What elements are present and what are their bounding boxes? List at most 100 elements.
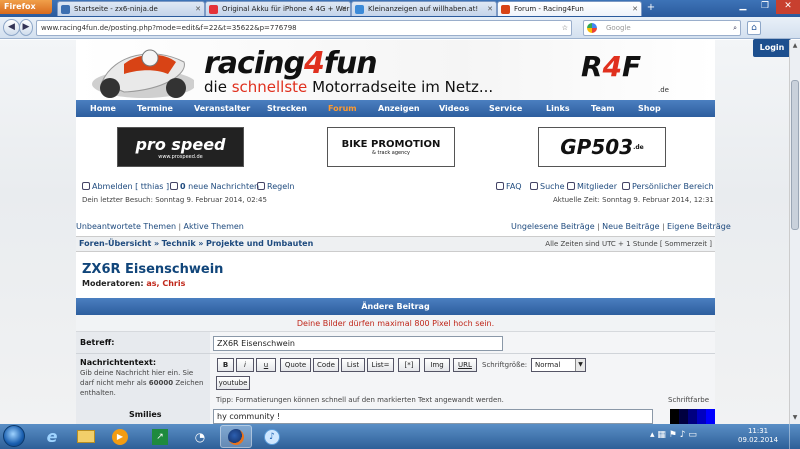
itunes-icon[interactable]: ♪: [256, 425, 288, 448]
color-swatch[interactable]: [697, 409, 706, 424]
subject-label: Betreff:: [80, 338, 115, 347]
tab-akku[interactable]: Original Akku für iPhone 4 4G + Werk... …: [205, 1, 351, 16]
minimize-window-button[interactable]: ▁: [732, 0, 754, 14]
code-button[interactable]: Code: [313, 358, 339, 372]
members-link[interactable]: Mitglieder: [567, 182, 617, 191]
home-icon[interactable]: ⌂: [747, 21, 761, 35]
forward-icon[interactable]: ▶: [19, 19, 33, 36]
new-tab-button[interactable]: +: [645, 2, 657, 15]
breadcrumb-forum-index[interactable]: Foren-Übersicht: [79, 239, 151, 248]
ordered-list-button[interactable]: List=: [367, 358, 394, 372]
topic-title[interactable]: ZX6R Eisenschwein: [82, 262, 223, 277]
subject-input[interactable]: ZX6R Eisenschwein: [213, 336, 503, 351]
close-tab-icon[interactable]: ✕: [341, 2, 347, 16]
nav-veranstalter[interactable]: Veranstalter: [194, 100, 250, 117]
search-icon[interactable]: ⌕: [733, 21, 737, 35]
search-bar[interactable]: Google ⌕: [583, 20, 741, 36]
sponsor-prospeed[interactable]: pro speed www.prospeed.de: [117, 127, 244, 167]
address-bar[interactable]: www.racing4fun.de/posting.php?mode=edit&…: [36, 20, 572, 36]
page-scrollbar[interactable]: ▲ ▼: [789, 40, 800, 424]
back-icon[interactable]: ◀: [3, 19, 20, 36]
unread-posts-link[interactable]: Ungelesene Beiträge: [511, 222, 595, 231]
r4f-f: F: [622, 50, 642, 83]
tab-racing4fun[interactable]: Forum - Racing4Fun ✕: [497, 1, 642, 16]
system-tray-icons[interactable]: ▴ ▦ ⚑ ♪ ▭: [650, 430, 697, 440]
new-posts-link[interactable]: Neue Beiträge: [602, 222, 659, 231]
youtube-button[interactable]: youtube: [216, 376, 250, 390]
tab-startseite[interactable]: Startseite - zx6-ninja.de ✕: [57, 1, 205, 16]
faq-link[interactable]: FAQ: [496, 182, 522, 191]
close-tab-icon[interactable]: ✕: [487, 2, 493, 16]
site-logo[interactable]: racing4fun: [204, 46, 378, 81]
wifi-app-icon[interactable]: ◔: [184, 425, 216, 448]
start-button[interactable]: [3, 425, 25, 447]
nav-home[interactable]: Home: [90, 100, 116, 117]
message-textarea[interactable]: hy community !: [213, 409, 653, 424]
nav-forum[interactable]: Forum: [328, 100, 357, 117]
italic-button[interactable]: i: [236, 358, 254, 372]
battery-icon[interactable]: ▭: [688, 430, 697, 440]
personal-area-link[interactable]: Persönlicher Bereich: [622, 182, 714, 191]
search-link[interactable]: Suche: [530, 182, 565, 191]
nav-service[interactable]: Service: [489, 100, 522, 117]
color-swatch[interactable]: [706, 409, 715, 424]
nav-links[interactable]: Links: [546, 100, 570, 117]
tray-arrow-icon[interactable]: ▴: [650, 430, 655, 440]
active-topics-link[interactable]: Aktive Themen: [184, 222, 244, 231]
sponsor-gp503[interactable]: GP503 .de: [538, 127, 666, 167]
messages-link[interactable]: 0 neue Nachrichten: [170, 182, 259, 191]
volume-icon[interactable]: ♪: [680, 430, 686, 440]
moderators-names[interactable]: as, Chris: [146, 279, 185, 288]
quote-button[interactable]: Quote: [280, 358, 311, 372]
scroll-down-icon[interactable]: ▼: [791, 414, 799, 422]
color-swatch[interactable]: [670, 409, 679, 424]
rules-link[interactable]: Regeln: [257, 182, 294, 191]
sponsor-bike-promotion[interactable]: BIKE PROMOTION & track agency: [327, 127, 455, 167]
color-swatch[interactable]: [688, 409, 697, 424]
file-explorer-icon[interactable]: [70, 425, 102, 448]
list-item-button[interactable]: [*]: [398, 358, 420, 372]
bold-button[interactable]: B: [217, 358, 234, 372]
breadcrumb-technik[interactable]: Technik: [162, 239, 196, 248]
favicon-icon: [501, 5, 510, 14]
font-size-select[interactable]: Normal ▼: [531, 358, 586, 372]
taskbar-clock[interactable]: 11:31 09.02.2014: [738, 427, 778, 445]
own-posts-link[interactable]: Eigene Beiträge: [667, 222, 731, 231]
list-button[interactable]: List: [341, 358, 365, 372]
internet-explorer-icon[interactable]: e: [36, 425, 68, 448]
close-window-button[interactable]: ✕: [776, 0, 800, 14]
login-button[interactable]: Login: [753, 39, 791, 57]
underline-button[interactable]: u: [256, 358, 276, 372]
nav-videos[interactable]: Videos: [439, 100, 469, 117]
show-desktop-button[interactable]: [789, 424, 800, 449]
close-tab-icon[interactable]: ✕: [195, 2, 201, 16]
form-header: Ändere Beitrag: [76, 298, 715, 315]
firefox-menu-button[interactable]: Firefox: [0, 0, 52, 14]
message-help-limit: 60000: [148, 379, 174, 387]
flag-icon[interactable]: ⚑: [669, 430, 677, 440]
nav-team[interactable]: Team: [591, 100, 615, 117]
nav-anzeigen[interactable]: Anzeigen: [378, 100, 420, 117]
tab-willhaben[interactable]: Kleinanzeigen auf willhaben.at! ✕: [351, 1, 497, 16]
nav-strecken[interactable]: Strecken: [267, 100, 307, 117]
tagline-highlight: schnellste: [231, 78, 308, 96]
nav-shop[interactable]: Shop: [638, 100, 661, 117]
image-button[interactable]: Img: [424, 358, 450, 372]
firefox-taskbar-icon[interactable]: [220, 425, 252, 448]
network-icon[interactable]: ▦: [657, 430, 666, 440]
maximize-window-button[interactable]: ❐: [754, 0, 776, 14]
search-placeholder: Google: [606, 24, 631, 32]
unanswered-topics-link[interactable]: Unbeantwortete Themen: [76, 222, 176, 231]
scroll-up-icon[interactable]: ▲: [791, 42, 799, 50]
logout-link[interactable]: Abmelden [ tthias ]: [82, 182, 169, 191]
url-button[interactable]: URL: [453, 358, 477, 372]
breadcrumb-projekte[interactable]: Projekte und Umbauten: [206, 239, 313, 248]
nav-termine[interactable]: Termine: [137, 100, 173, 117]
media-player-icon[interactable]: ▶: [104, 425, 136, 448]
color-swatch[interactable]: [679, 409, 688, 424]
message-help: Gib deine Nachricht hier ein. Sie darf n…: [80, 368, 208, 398]
stock-chart-app-icon[interactable]: ↗: [144, 425, 176, 448]
scrollbar-thumb[interactable]: [791, 80, 799, 230]
bookmark-star-icon[interactable]: ☆: [562, 21, 568, 35]
close-tab-icon[interactable]: ✕: [632, 2, 638, 16]
